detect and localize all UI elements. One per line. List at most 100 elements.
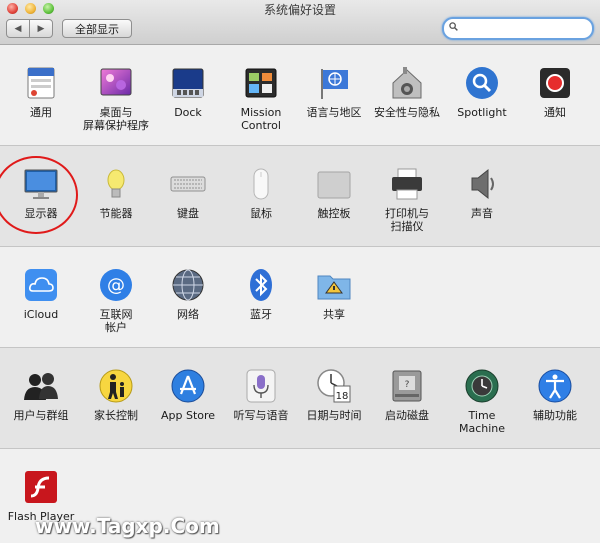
pane-keyboard[interactable]: 键盘 [152, 166, 224, 220]
security-privacy-icon [389, 65, 425, 101]
network-icon [170, 267, 206, 303]
general-icon [23, 65, 59, 101]
mouse-icon [243, 166, 279, 202]
pane-icloud[interactable]: iCloud [5, 267, 77, 321]
pane-label: 键盘 [177, 207, 199, 220]
pane-time-machine[interactable]: Time Machine [446, 368, 518, 435]
pane-label: 通用 [30, 106, 52, 119]
bluetooth-icon [243, 267, 279, 303]
dock-icon [170, 65, 206, 101]
pane-label: 打印机与 扫描仪 [385, 207, 429, 233]
section-hardware: 显示器 节能器 键盘 鼠标 触控板 打印机与 扫描仪 声音 [0, 146, 600, 247]
show-all-button[interactable]: 全部显示 [62, 19, 132, 38]
pane-label: Dock [174, 106, 202, 119]
pane-spotlight[interactable]: Spotlight [446, 65, 518, 119]
pane-label: 节能器 [99, 207, 133, 220]
search-icon [449, 22, 458, 31]
title-bar: 系统偏好设置 ◀ ▶ 全部显示 [0, 0, 600, 45]
back-button[interactable]: ◀ [6, 19, 30, 38]
section-personal: 通用 桌面与 屏幕保护程序 Dock Mission Control 语言与地区… [0, 45, 600, 146]
section-system: 用户与群组 家长控制 App Store 听写与语音 18 日期与时间 ? 启动… [0, 348, 600, 449]
printer-scanner-icon [389, 166, 425, 202]
pane-mouse[interactable]: 鼠标 [225, 166, 297, 220]
forward-button[interactable]: ▶ [29, 19, 53, 38]
pane-label: 语言与地区 [306, 106, 362, 119]
pane-printers-scanners[interactable]: 打印机与 扫描仪 [371, 166, 443, 233]
pane-notifications[interactable]: 通知 [519, 65, 591, 119]
pane-sound[interactable]: 声音 [446, 166, 518, 220]
mission-control-icon [243, 65, 279, 101]
pane-label: 触控板 [317, 207, 351, 220]
desktop-screensaver-icon [98, 65, 134, 101]
pane-label: 听写与语音 [233, 409, 289, 422]
chevron-right-icon: ▶ [37, 23, 45, 34]
keyboard-icon [170, 166, 206, 202]
svg-text:18: 18 [336, 391, 349, 402]
time-machine-icon [464, 368, 500, 404]
pane-label: 网络 [177, 308, 199, 321]
trackpad-icon [316, 166, 352, 202]
window-title: 系统偏好设置 [263, 3, 336, 17]
svg-text:?: ? [405, 380, 410, 390]
pane-trackpad[interactable]: 触控板 [298, 166, 370, 220]
pane-date-time[interactable]: 18 日期与时间 [298, 368, 370, 422]
pane-label: Spotlight [457, 106, 507, 119]
pane-parental-controls[interactable]: 家长控制 [80, 368, 152, 422]
pane-energy-saver[interactable]: 节能器 [80, 166, 152, 220]
search-input[interactable] [462, 20, 586, 38]
notifications-icon [537, 65, 573, 101]
sharing-icon [316, 267, 352, 303]
flash-player-icon [23, 469, 59, 505]
startup-disk-icon: ? [389, 368, 425, 404]
pane-label: 声音 [471, 207, 493, 220]
pane-label: 用户与群组 [13, 409, 69, 422]
svg-text:@: @ [107, 275, 125, 296]
internet-accounts-icon: @ [98, 267, 134, 303]
pane-label: App Store [160, 409, 216, 422]
chevron-left-icon: ◀ [14, 23, 22, 34]
pane-label: 日期与时间 [306, 409, 362, 422]
pane-label: 家长控制 [94, 409, 138, 422]
pane-bluetooth[interactable]: 蓝牙 [225, 267, 297, 321]
pane-network[interactable]: 网络 [152, 267, 224, 321]
watermark: www.Tagxp.Com [35, 514, 220, 538]
pane-label: 蓝牙 [250, 308, 272, 321]
pane-label: 共享 [323, 308, 345, 321]
pane-label: 启动磁盘 [385, 409, 429, 422]
energy-saver-icon [98, 166, 134, 202]
pane-dock[interactable]: Dock [152, 65, 224, 119]
pane-label: Time Machine [458, 409, 506, 435]
users-groups-icon [23, 368, 59, 404]
app-store-icon [170, 368, 206, 404]
pane-accessibility[interactable]: 辅助功能 [519, 368, 591, 422]
pane-label: iCloud [23, 308, 59, 321]
pane-users-groups[interactable]: 用户与群组 [5, 368, 77, 422]
pane-desktop-screensaver[interactable]: 桌面与 屏幕保护程序 [80, 65, 152, 132]
pane-label: 鼠标 [250, 207, 272, 220]
accessibility-icon [537, 368, 573, 404]
pane-label: 桌面与 屏幕保护程序 [83, 106, 149, 132]
dictation-speech-icon [243, 368, 279, 404]
pane-security-privacy[interactable]: 安全性与隐私 [371, 65, 443, 119]
parental-controls-icon [98, 368, 134, 404]
date-time-icon: 18 [316, 368, 352, 404]
pane-sharing[interactable]: 共享 [298, 267, 370, 321]
pane-label: Mission Control [240, 106, 282, 132]
pane-label: 通知 [544, 106, 566, 119]
icloud-icon [23, 267, 59, 303]
pane-dictation-speech[interactable]: 听写与语音 [225, 368, 297, 422]
pane-language-region[interactable]: 语言与地区 [298, 65, 370, 119]
pane-general[interactable]: 通用 [5, 65, 77, 119]
pane-startup-disk[interactable]: ? 启动磁盘 [371, 368, 443, 422]
pane-label: 安全性与隐私 [374, 106, 440, 119]
sound-icon [464, 166, 500, 202]
language-region-icon [316, 65, 352, 101]
pane-app-store[interactable]: App Store [152, 368, 224, 422]
pane-internet-accounts[interactable]: @ 互联网 帐户 [80, 267, 152, 334]
pane-label: 互联网 帐户 [99, 308, 133, 334]
spotlight-icon [464, 65, 500, 101]
section-internet: iCloud @ 互联网 帐户 网络 蓝牙 共享 [0, 247, 600, 348]
pane-label: 辅助功能 [533, 409, 577, 422]
search-field[interactable] [442, 17, 594, 40]
pane-mission-control[interactable]: Mission Control [225, 65, 297, 132]
